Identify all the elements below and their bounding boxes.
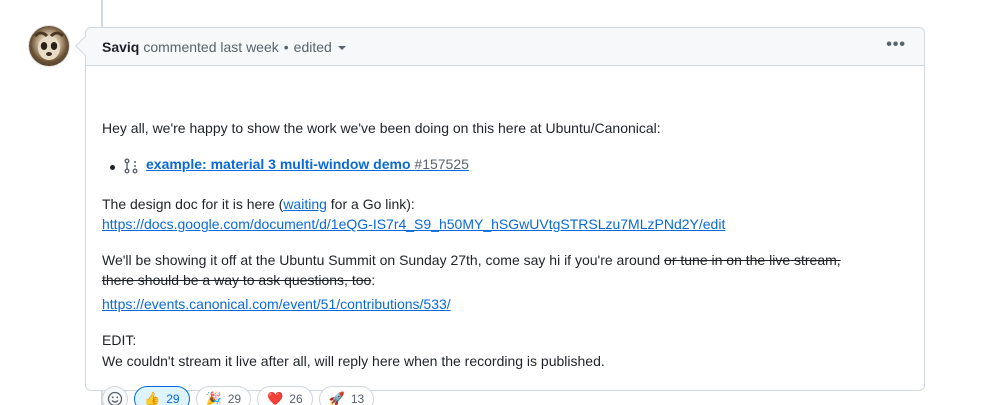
- summit-colon: :: [371, 272, 376, 288]
- reaction-tada-button[interactable]: 🎉 29: [195, 386, 252, 405]
- smiley-icon: [107, 391, 123, 405]
- reaction-thumbs-up-button[interactable]: 👍 29: [134, 386, 190, 405]
- reactions-bar: 👍 29 🎉 29 ❤️ 26 🚀 13: [102, 386, 375, 405]
- more-options-button[interactable]: •••: [886, 37, 906, 53]
- comment-container: Saviq commented last week • edited ••• H…: [75, 27, 925, 405]
- tada-icon: 🎉: [205, 391, 222, 405]
- design-doc-prefix: The design doc for it is here (: [102, 196, 284, 212]
- header-separator: •: [283, 38, 289, 55]
- author-name[interactable]: Saviq: [102, 39, 139, 55]
- chevron-down-icon: [337, 45, 346, 50]
- reaction-count: 29: [227, 392, 242, 405]
- reaction-count: 26: [289, 392, 303, 405]
- reaction-rocket-button[interactable]: 🚀 13: [318, 386, 375, 405]
- author-avatar[interactable]: [29, 26, 69, 66]
- summit-text: We'll be showing it off at the Ubuntu Su…: [102, 252, 665, 268]
- avatar-image: [33, 31, 65, 60]
- comment-timestamp[interactable]: commented last week: [143, 39, 278, 55]
- summit-text-line1: We'll be showing it off at the Ubuntu Su…: [102, 250, 841, 270]
- reaction-heart-button[interactable]: ❤️ 26: [257, 386, 313, 405]
- edit-text: We couldn't stream it live after all, wi…: [102, 353, 605, 369]
- list-bullet: [110, 165, 115, 170]
- summit-url[interactable]: https://events.canonical.com/event/51/co…: [102, 296, 451, 312]
- reaction-count: 29: [166, 392, 180, 405]
- edited-label: edited: [293, 38, 332, 55]
- design-doc-text: The design doc for it is here (waiting f…: [102, 194, 415, 214]
- rocket-icon: 🚀: [328, 391, 345, 405]
- summit-text-line2: there should be a way to ask questions, …: [102, 270, 375, 290]
- struck-text-line2: there should be a way to ask questions, …: [102, 272, 372, 288]
- pull-request-number: #157525: [414, 156, 469, 172]
- pull-request-draft-icon: [124, 158, 138, 174]
- heart-icon: ❤️: [267, 391, 284, 405]
- intro-text: Hey all, we're happy to show the work we…: [102, 120, 661, 136]
- comment-header: Saviq commented last week • edited •••: [86, 28, 924, 66]
- pull-request-link[interactable]: example: material 3 multi-window demo #1…: [146, 156, 469, 172]
- thumbs-up-icon: 👍: [144, 391, 161, 405]
- design-doc-suffix: for a Go link):: [326, 196, 415, 212]
- edited-dropdown[interactable]: edited: [294, 39, 346, 55]
- reaction-count: 13: [350, 392, 365, 405]
- pull-request-title: example: material 3 multi-window demo: [146, 156, 411, 172]
- design-doc-link[interactable]: https://docs.google.com/document/d/1eQG-…: [102, 214, 725, 234]
- summit-link[interactable]: https://events.canonical.com/event/51/co…: [102, 294, 451, 314]
- design-doc-url[interactable]: https://docs.google.com/document/d/1eQG-…: [102, 216, 725, 232]
- waiting-link[interactable]: waiting: [283, 196, 327, 212]
- add-reaction-button[interactable]: [102, 386, 128, 405]
- struck-text-line1: or tune in on the live stream,: [664, 252, 841, 268]
- edit-label: EDIT:: [102, 332, 137, 348]
